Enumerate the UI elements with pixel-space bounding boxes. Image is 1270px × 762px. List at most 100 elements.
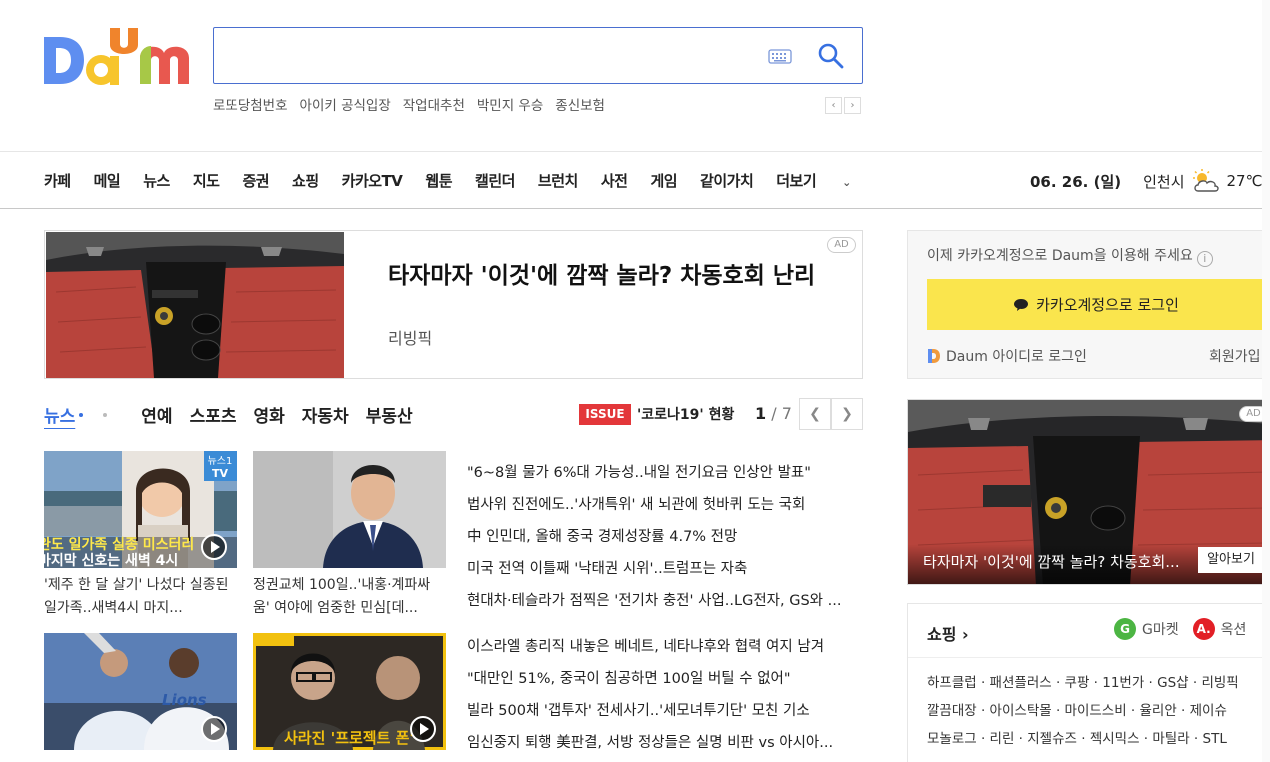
tab-sports[interactable]: 스포츠 [190, 402, 237, 427]
suggestion-item[interactable]: 박민지 우승 [477, 94, 543, 114]
nav-more-label: 더보기 [776, 172, 817, 190]
play-icon [410, 716, 436, 742]
nav-more[interactable]: 더보기 ⌄ [776, 170, 874, 191]
suggestion-item[interactable]: 로또당첨번호 [213, 94, 288, 114]
svg-text:완도 일가족 실종 미스터리: 완도 일가족 실종 미스터리 [44, 537, 194, 553]
partly-cloudy-icon [1191, 169, 1221, 193]
shopping-title[interactable]: 쇼핑 › [927, 621, 969, 645]
weather-widget[interactable]: 06. 26. (일) 인천시 27℃ [1030, 169, 1262, 193]
auction-icon: A. [1192, 618, 1215, 640]
suggestion-item[interactable]: 종신보험 [555, 94, 605, 114]
side-ad-banner[interactable]: 타자마자 '이것'에 깜짝 놀라? 차동호회... 알아보기 AD [907, 399, 1270, 585]
tab-entertainment[interactable]: 연예 [141, 402, 172, 427]
issue-link[interactable]: '코로나19' 현황 [637, 404, 734, 424]
headline-item[interactable]: 임신중지 퇴행 美판결, 서방 정상들은 실명 비판 vs 아시아... [467, 727, 863, 759]
signup-link[interactable]: 회원가입 [1209, 346, 1261, 366]
suggestion-item[interactable]: 아이키 공식입장 [300, 94, 391, 114]
auction-link[interactable]: 옥션 [1221, 619, 1247, 639]
headline-item[interactable]: "대만인 51%, 중국이 침공하면 100일 버틸 수 없어" [467, 663, 863, 695]
shopping-link-row[interactable]: 하프클럽 · 패션플러스 · 쿠팡 · 11번가 · GS샵 · 리빙픽 [927, 669, 1270, 697]
tab-realestate[interactable]: 부동산 [366, 402, 413, 427]
chevron-right-icon: ❯ [841, 406, 853, 422]
side-ad-title[interactable]: 타자마자 '이것'에 깜짝 놀라? 차동호회... [923, 551, 1180, 572]
nav-map[interactable]: 지도 [193, 170, 220, 191]
nav-cafe[interactable]: 카페 [44, 170, 71, 191]
news-thumb-caption[interactable]: '제주 한 달 살기' 나섰다 실종된 일가족..새벽4시 마지... [44, 574, 237, 620]
chevron-left-icon[interactable]: ‹ [825, 97, 842, 114]
tab-news[interactable]: 뉴스 [44, 402, 75, 427]
divider [908, 657, 1270, 658]
daum-d-icon [927, 348, 941, 364]
headline-item[interactable]: "6~8월 물가 6%대 가능성..내일 전기요금 인상안 발표" [467, 457, 863, 489]
headline-item[interactable]: 법사위 진전에도..'사개특위' 새 뇌관에 헛바퀴 도는 국회 [467, 489, 863, 521]
headline-item[interactable]: 현대차·테슬라가 점찍은 '전기차 충전' 사업..LG전자, GS와 ... [467, 585, 863, 617]
suggestion-pager: ‹ › [825, 97, 861, 114]
headline-item[interactable]: 빌라 500채 '갭투자' 전세사기..'세모녀투기단' 모친 기소 [467, 695, 863, 727]
nav-dictionary[interactable]: 사전 [601, 170, 628, 191]
news-pager: 1 / 7 [755, 404, 792, 423]
ad-badge: AD [827, 237, 856, 253]
keyboard-icon[interactable] [768, 47, 792, 65]
info-icon[interactable]: i [1196, 251, 1213, 267]
car-mat-ad-image [46, 232, 344, 378]
nav-brunch[interactable]: 브런치 [538, 170, 578, 191]
daum-logo[interactable] [44, 26, 192, 88]
learn-more-button[interactable]: 알아보기 [1198, 547, 1264, 573]
shopping-link-row[interactable]: 모놀로그 · 리린 · 지젤슈즈 · 젝시믹스 · 마틸라 · STL [927, 725, 1270, 753]
prev-page-button[interactable]: ❮ [799, 398, 831, 430]
suggestion-item[interactable]: 작업대추천 [403, 94, 465, 114]
news-thumb[interactable]: 사라진 '프로젝트 폰' [253, 633, 446, 750]
kakao-login-label: 카카오계정으로 로그인 [1036, 296, 1179, 314]
headline-item[interactable]: 이스라엘 총리직 내놓은 베네트, 네타냐후와 협력 여지 남겨 [467, 631, 863, 663]
city-text: 인천시 [1143, 172, 1185, 191]
nav-stock[interactable]: 증권 [242, 170, 269, 191]
shopping-links: 하프클럽 · 패션플러스 · 쿠팡 · 11번가 · GS샵 · 리빙픽 깔끔대… [927, 669, 1270, 753]
chevron-left-icon: ❮ [809, 406, 821, 422]
headline-list: 이스라엘 총리직 내놓은 베네트, 네타냐후와 협력 여지 남겨 "대만인 51… [467, 631, 863, 759]
search-icon[interactable] [817, 42, 845, 70]
temperature-text: 27℃ [1226, 172, 1263, 190]
news-tabs: 뉴스 연예 스포츠 영화 자동차 부동산 [44, 402, 430, 427]
nav-webtoon[interactable]: 웹툰 [425, 170, 452, 191]
page-current: 1 [755, 404, 767, 423]
date-text: 06. 26. (일) [1030, 172, 1122, 191]
news-thumb-image: 사라진 '프로젝트 폰' [253, 633, 446, 750]
ad-source: 리빙픽 [388, 329, 433, 348]
news-thumb-image [253, 451, 446, 568]
nav-together[interactable]: 같이가치 [700, 170, 754, 191]
gmarket-link[interactable]: G마켓 [1142, 619, 1179, 639]
shopping-link-row[interactable]: 깔끔대장 · 아이스탁몰 · 마이드스비 · 율리안 · 제이슈 [927, 697, 1270, 725]
news-thumb[interactable]: 뉴스1 TV 완도 일가족 실종 미스터리 마지막 신호는 새벽 4시 '제주 … [44, 451, 237, 620]
nav-game[interactable]: 게임 [650, 170, 677, 191]
news-thumb-caption[interactable]: 정권교체 100일..'내홍·계파싸움' 여야에 엄중한 민심[데... [253, 574, 446, 620]
nav-mail[interactable]: 메일 [94, 170, 121, 191]
search-box[interactable] [213, 27, 863, 84]
chevron-right-icon[interactable]: › [844, 97, 861, 114]
login-message: 이제 카카오계정으로 Daum을 이용해 주세요 i [927, 245, 1213, 267]
ad-banner[interactable]: 타자마자 '이것'에 깜짝 놀라? 차동호회 난리 리빙픽 AD [44, 230, 863, 379]
daum-id-label: Daum 아이디로 로그인 [946, 349, 1087, 365]
nav-news[interactable]: 뉴스 [143, 170, 170, 191]
play-icon [201, 716, 227, 742]
tab-car[interactable]: 자동차 [302, 402, 349, 427]
daum-id-login-link[interactable]: Daum 아이디로 로그인 [927, 346, 1087, 366]
nav-kakaotv[interactable]: 카카오TV [342, 170, 403, 191]
headline-item[interactable]: 中 인민대, 올해 중국 경제성장률 4.7% 전망 [467, 521, 863, 553]
lions-jersey-text: Lions [162, 691, 207, 709]
tab-movie[interactable]: 영화 [253, 402, 284, 427]
login-box: 이제 카카오계정으로 Daum을 이용해 주세요 i 카카오계정으로 로그인 Da… [907, 230, 1270, 379]
issue-badge: ISSUE [579, 404, 631, 425]
svg-text:뉴스1: 뉴스1 [208, 455, 233, 467]
nav-shopping[interactable]: 쇼핑 [292, 170, 319, 191]
headline-item[interactable]: 미국 전역 이틀째 '낙태권 시위'..트럼프는 자축 [467, 553, 863, 585]
ad-title[interactable]: 타자마자 '이것'에 깜짝 놀라? 차동호회 난리 [388, 261, 818, 292]
scrollbar[interactable] [1262, 0, 1270, 762]
kakao-login-button[interactable]: 카카오계정으로 로그인 [927, 279, 1265, 330]
news-thumb[interactable]: 정권교체 100일..'내홍·계파싸움' 여야에 엄중한 민심[데... [253, 451, 446, 620]
next-page-button[interactable]: ❯ [831, 398, 863, 430]
nav-calendar[interactable]: 캘린더 [475, 170, 515, 191]
news-thumb[interactable]: Lions [44, 633, 237, 750]
search-input[interactable] [228, 38, 748, 74]
overlay-text: 사라진 '프로젝트 폰' [284, 729, 414, 747]
realtime-suggestions: 로또당첨번호 아이키 공식입장 작업대추천 박민지 우승 종신보험 [213, 94, 605, 114]
